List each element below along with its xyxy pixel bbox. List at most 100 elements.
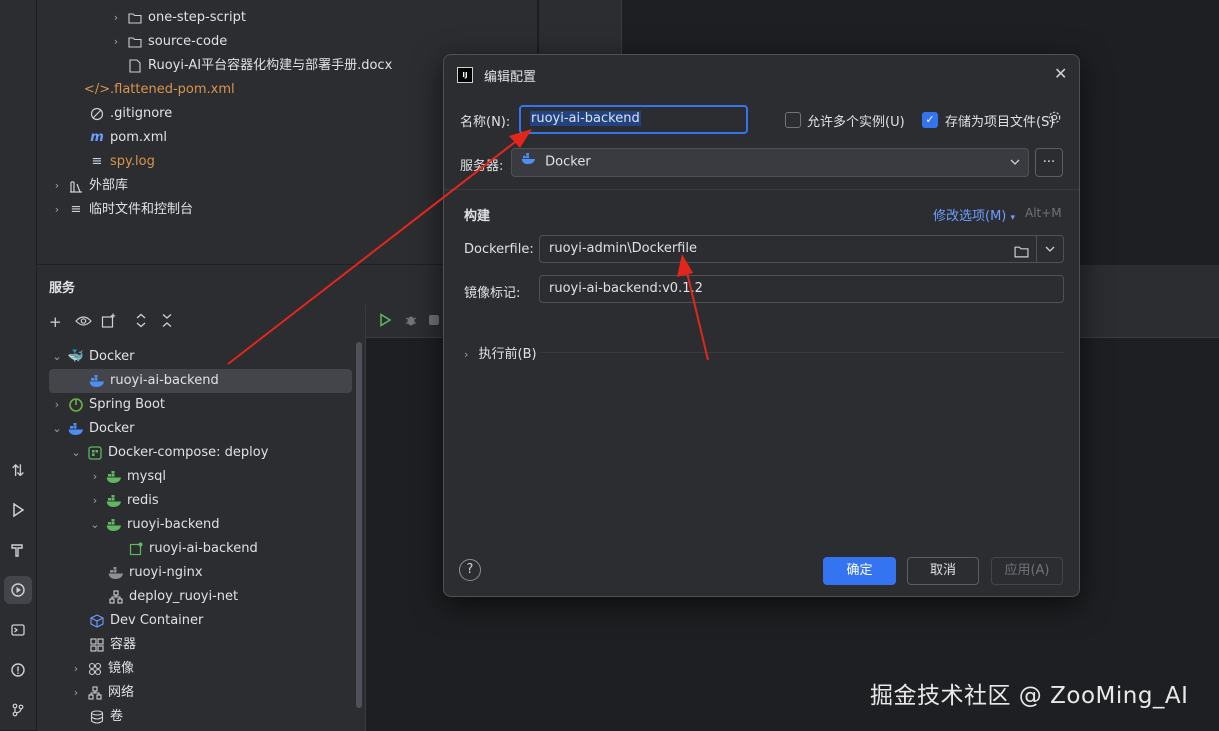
docker-icon: [521, 149, 536, 175]
tree-item-ruoyi-backend[interactable]: ⌄ ruoyi-backend: [89, 513, 219, 537]
gitignore-icon: [89, 107, 105, 121]
tree-item[interactable]: › ≡ 临时文件和控制台: [51, 198, 193, 222]
folder-icon: [127, 12, 143, 24]
xml-file-icon: </>: [83, 82, 111, 97]
tree-item-networks[interactable]: › 网络: [70, 681, 134, 705]
before-launch-toggle[interactable]: › 执行前(B): [464, 343, 537, 362]
images-icon: [87, 662, 103, 676]
before-launch-divider: [541, 352, 1064, 353]
tree-item-redis[interactable]: › redis: [89, 489, 159, 513]
name-input[interactable]: ruoyi-ai-backend: [519, 105, 748, 134]
network-icon: [108, 590, 124, 604]
terminal-icon[interactable]: [4, 616, 32, 644]
modify-options-link[interactable]: 修改选项(M) ▾: [933, 205, 1015, 224]
divider: [444, 189, 1079, 190]
chevron-down-icon[interactable]: [1045, 236, 1055, 272]
problems-icon[interactable]: [4, 656, 32, 684]
collapse-all-icon[interactable]: [161, 313, 173, 332]
tree-item-compose[interactable]: ⌄ Docker-compose: deploy: [70, 441, 268, 465]
tree-item-images[interactable]: › 镜像: [70, 657, 134, 681]
compose-icon: [87, 446, 103, 460]
folder-icon[interactable]: [1014, 242, 1029, 268]
image-tag-input[interactable]: ruoyi-ai-backend:v0.1.2: [539, 275, 1064, 303]
tree-item-network[interactable]: deploy_ruoyi-net: [108, 585, 238, 609]
log-file-icon: ≡: [91, 154, 103, 169]
tree-item-containers[interactable]: 容器: [89, 633, 136, 657]
maven-icon: m: [90, 130, 104, 145]
tree-item[interactable]: › source-code: [110, 30, 227, 54]
folder-icon: [127, 36, 143, 48]
dockerfile-input[interactable]: ruoyi-admin\Dockerfile: [539, 235, 1064, 263]
docker-icon: [89, 374, 105, 388]
run-icon[interactable]: [4, 496, 32, 524]
docker-icon: [68, 422, 84, 436]
document-icon: [127, 59, 143, 73]
intellij-logo-icon: IJ: [457, 67, 473, 83]
tree-item[interactable]: › one-step-script: [110, 6, 246, 30]
tree-item-volumes[interactable]: 卷: [89, 705, 123, 729]
spring-boot-icon: [68, 397, 84, 413]
docker-service-icon: [106, 470, 122, 484]
ok-button[interactable]: 确定: [823, 557, 896, 585]
tree-item-dev-container[interactable]: Dev Container: [89, 609, 203, 633]
eye-icon[interactable]: [75, 313, 92, 331]
server-label: 服务器:: [460, 159, 504, 174]
store-as-project-label: 存储为项目文件(S): [945, 115, 1055, 130]
network-icon: [87, 686, 103, 700]
tree-item-docker[interactable]: ⌄ 🐳 Docker: [51, 345, 134, 369]
cancel-button[interactable]: 取消: [907, 557, 979, 585]
scrollbar-thumb[interactable]: [356, 342, 362, 708]
tree-item-ruoyi-nginx[interactable]: ruoyi-nginx: [108, 561, 203, 585]
modify-options-shortcut: Alt+M: [1025, 206, 1062, 220]
tree-item[interactable]: Ruoyi-AI平台容器化构建与部署手册.docx: [127, 54, 392, 78]
tree-item-mysql[interactable]: › mysql: [89, 465, 166, 489]
server-select[interactable]: Docker: [511, 148, 1029, 177]
commit-icon[interactable]: ⇅: [4, 456, 32, 484]
more-button[interactable]: ...: [1035, 148, 1063, 177]
docker-service-icon: [106, 518, 122, 532]
close-icon[interactable]: ✕: [1054, 64, 1067, 83]
allow-multiple-label: 允许多个实例(U): [807, 115, 905, 130]
gear-icon[interactable]: [1047, 110, 1062, 129]
tree-item-docker-2[interactable]: ⌄ Docker: [51, 417, 134, 441]
help-button[interactable]: ?: [459, 559, 481, 581]
expand-all-icon[interactable]: [135, 313, 147, 332]
git-branch-icon[interactable]: [4, 696, 32, 724]
watermark: 掘金技术社区 @ ZooMing_AI: [870, 683, 1189, 709]
build-hammer-icon[interactable]: [4, 536, 32, 564]
debug-icon[interactable]: [404, 313, 418, 331]
stop-icon[interactable]: [429, 315, 439, 325]
apply-button[interactable]: 应用(A): [991, 557, 1063, 585]
containers-icon: [89, 638, 105, 652]
tree-item[interactable]: › 外部库: [51, 174, 128, 198]
tree-item-spring-boot[interactable]: › Spring Boot: [51, 393, 165, 417]
chevron-down-icon: [1010, 149, 1020, 185]
docker-service-icon: [106, 494, 122, 508]
chevron-right-icon: ›: [464, 348, 469, 361]
tree-item-container[interactable]: ruoyi-ai-backend: [128, 537, 258, 561]
image-tag-label: 镜像标记:: [464, 286, 521, 301]
dockerfile-label: Dockerfile:: [464, 242, 534, 257]
volumes-icon: [89, 710, 105, 724]
tool-window-strip: ⇅: [0, 0, 37, 730]
add-service-icon[interactable]: +: [49, 313, 62, 331]
store-as-project-checkbox[interactable]: ✓: [922, 112, 938, 128]
services-icon[interactable]: [4, 576, 32, 604]
docker-service-icon: [108, 566, 124, 580]
name-label: 名称(N):: [460, 115, 511, 130]
scratches-icon: ≡: [70, 202, 82, 217]
services-title: 服务: [49, 281, 76, 296]
new-group-icon[interactable]: [101, 313, 116, 332]
build-section-title: 构建: [464, 209, 491, 224]
services-scrollbar[interactable]: [355, 340, 363, 710]
chevron-down-icon: ▾: [1010, 213, 1016, 223]
allow-multiple-checkbox[interactable]: [785, 112, 801, 128]
dialog-title: 编辑配置: [484, 70, 537, 85]
tree-item[interactable]: </> .flattened-pom.xml: [83, 78, 235, 102]
tree-item-ruoyi-ai-backend[interactable]: ruoyi-ai-backend: [89, 369, 219, 393]
run-icon[interactable]: [378, 313, 392, 331]
tree-item[interactable]: .gitignore: [89, 102, 172, 126]
tree-item[interactable]: m pom.xml: [89, 126, 167, 150]
tree-item[interactable]: ≡ spy.log: [89, 150, 155, 174]
docker-icon: 🐳: [67, 349, 85, 364]
